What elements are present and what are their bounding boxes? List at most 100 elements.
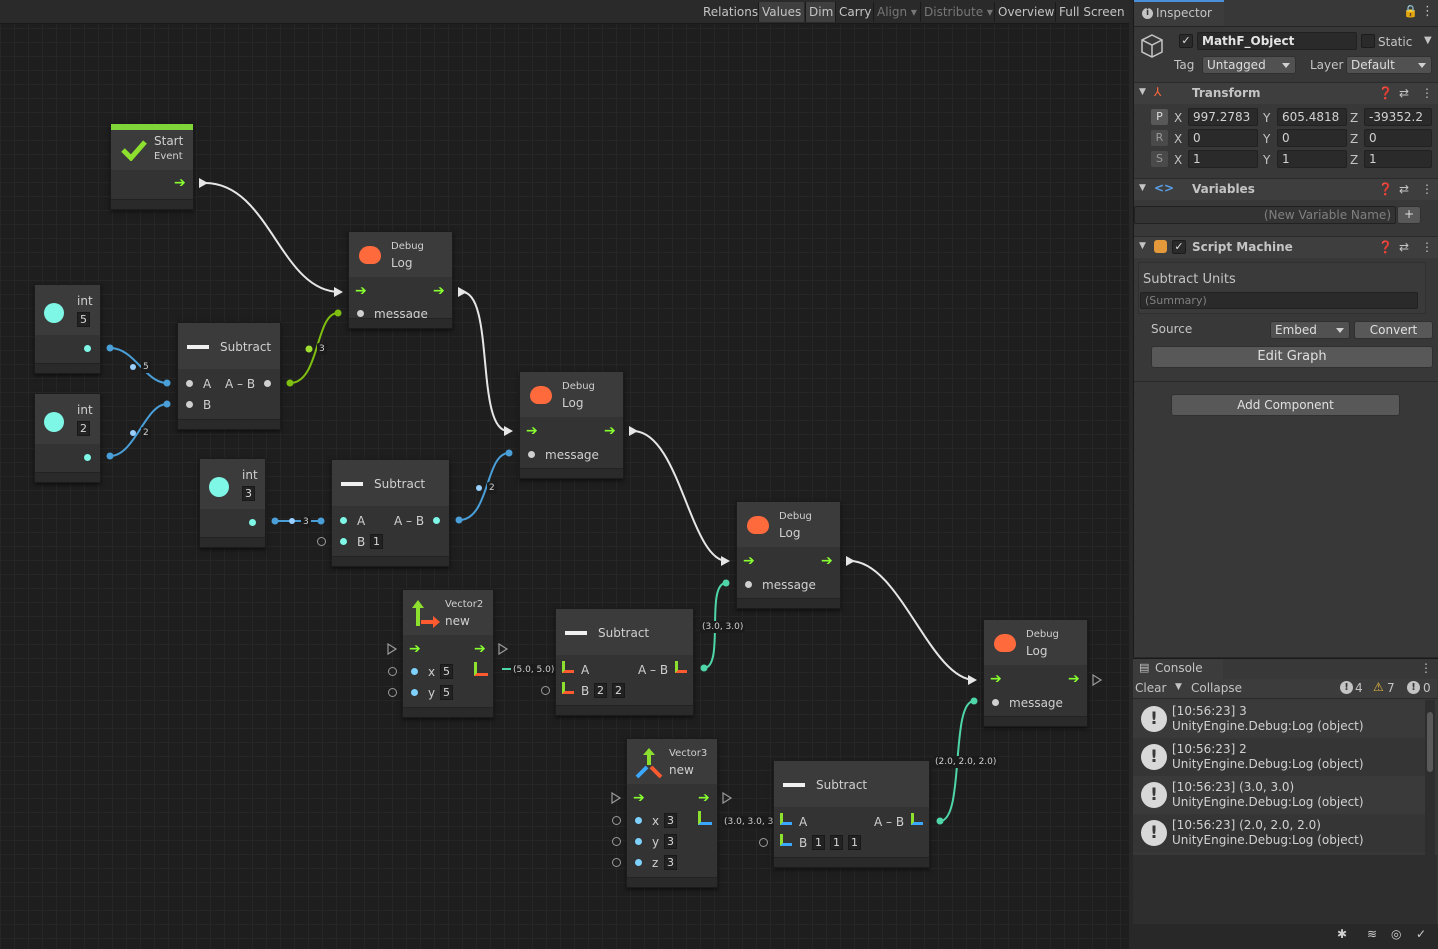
kebab-menu-icon[interactable]: ⋮ <box>1421 4 1434 19</box>
subtract-node[interactable]: Subtract A A – B B <box>177 322 281 430</box>
log-entry[interactable]: ! [10:56:23] 2 UnityEngine.Debug:Log (ob… <box>1133 738 1425 776</box>
rotation-letter[interactable]: R <box>1151 130 1168 146</box>
debug-log-node[interactable]: Debug Log ➔ ➔ message <box>736 501 841 609</box>
scan-icon[interactable]: ◎ <box>1391 927 1401 941</box>
edit-graph-button[interactable]: Edit Graph <box>1151 346 1433 368</box>
distribute-dropdown[interactable]: Distribute ▾ <box>921 2 996 22</box>
graph-title-field[interactable]: Subtract Units <box>1143 272 1236 287</box>
new-variable-name-input[interactable]: (New Variable Name) <box>1134 206 1396 224</box>
debug-log-node[interactable]: Debug Log ➔ ➔ message <box>983 619 1088 727</box>
unconnected-port[interactable] <box>541 686 550 695</box>
unconnected-port[interactable] <box>612 837 621 846</box>
collapse-button[interactable]: Collapse <box>1191 681 1242 695</box>
debug-log-node[interactable]: Debug Log ➔ ➔ message <box>519 371 624 479</box>
position-letter[interactable]: P <box>1151 109 1168 125</box>
warning-count[interactable]: 7 <box>1387 681 1395 695</box>
subtract-node[interactable]: Subtract A A – B B 1 <box>317 459 450 567</box>
int-literal-node[interactable]: int 5 <box>34 284 101 374</box>
align-dropdown[interactable]: Align ▾ <box>874 2 920 22</box>
rotation-y-field[interactable]: 0 <box>1277 129 1347 147</box>
script-machine-enabled-checkbox[interactable]: ✓ <box>1172 240 1186 254</box>
output-port[interactable] <box>264 380 271 387</box>
kebab-menu-icon[interactable]: ⋮ <box>1421 240 1433 254</box>
y-value-field[interactable]: 5 <box>440 685 453 700</box>
int-value-field[interactable]: 5 <box>77 312 90 327</box>
lock-icon[interactable]: 🔒 <box>1403 4 1418 18</box>
output-port[interactable] <box>84 454 91 461</box>
log-entry[interactable]: ! [10:56:23] 3 UnityEngine.Debug:Log (ob… <box>1133 700 1425 738</box>
debug-bug-icon[interactable]: ✱ <box>1337 927 1347 941</box>
log-entry[interactable]: ! [10:56:23] (3.0, 3.0) UnityEngine.Debu… <box>1133 776 1425 814</box>
b-x-field[interactable]: 2 <box>594 683 607 698</box>
graph-summary-field[interactable]: (Summary) <box>1140 292 1418 309</box>
scale-y-field[interactable]: 1 <box>1277 150 1347 168</box>
y-value-field[interactable]: 3 <box>664 834 677 849</box>
message-port[interactable] <box>992 699 999 706</box>
message-port[interactable] <box>357 310 364 317</box>
b-y-field[interactable]: 2 <box>612 683 625 698</box>
unconnected-port[interactable] <box>388 688 397 697</box>
source-dropdown[interactable]: Embed <box>1270 321 1350 339</box>
preset-icon[interactable]: ⇄ <box>1399 240 1409 254</box>
log-entry[interactable]: ! [10:56:23] (2.0, 2.0, 2.0) UnityEngine… <box>1133 814 1425 852</box>
inspector-tab[interactable]: i Inspector <box>1134 0 1224 26</box>
full-screen-button[interactable]: Full Screen <box>1056 2 1128 22</box>
vector3-new-node[interactable]: Vector3 new ➔ ➔ x 3 y 3 z 3 <box>612 738 718 888</box>
chevron-down-icon[interactable]: ▼ <box>1424 35 1432 46</box>
scale-x-field[interactable]: 1 <box>1188 150 1258 168</box>
clear-button[interactable]: Clear <box>1135 681 1166 695</box>
int-literal-node[interactable]: int 3 <box>199 458 266 548</box>
position-z-field[interactable]: -39352.2 <box>1364 108 1432 126</box>
script-machine-header[interactable]: ▼ ✓ Script Machine ❓ ⇄ ⋮ <box>1134 236 1438 258</box>
subtract-node[interactable]: Subtract A A – B B 1 1 1 <box>759 760 930 868</box>
rotation-z-field[interactable]: 0 <box>1364 129 1432 147</box>
check-circle-icon[interactable]: ✓ <box>1416 927 1426 941</box>
subtract-node[interactable]: Subtract A A – B B 2 2 <box>541 608 694 716</box>
preset-icon[interactable]: ⇄ <box>1399 182 1409 196</box>
variables-header[interactable]: ▼ <> Variables ❓ ⇄ ⋮ <box>1134 178 1438 200</box>
rotation-x-field[interactable]: 0 <box>1188 129 1258 147</box>
scale-z-field[interactable]: 1 <box>1364 150 1432 168</box>
z-port[interactable] <box>635 859 642 866</box>
start-event-node[interactable]: Start Event ➔ <box>110 123 194 210</box>
int-value-field[interactable]: 2 <box>77 421 90 436</box>
int-literal-node[interactable]: int 2 <box>34 393 101 483</box>
add-variable-button[interactable]: + <box>1397 206 1421 224</box>
output-port[interactable] <box>84 345 91 352</box>
scale-letter[interactable]: S <box>1151 151 1168 167</box>
layer-dropdown[interactable]: Default <box>1346 56 1432 74</box>
values-toggle[interactable]: Values <box>759 2 805 22</box>
convert-button[interactable]: Convert <box>1354 321 1433 339</box>
unconnected-port[interactable] <box>388 667 397 676</box>
relations-button[interactable]: Relations <box>700 2 761 22</box>
stack-icon[interactable]: ≋ <box>1367 927 1377 941</box>
b-value-field[interactable]: 1 <box>370 534 383 549</box>
input-port-a[interactable] <box>186 380 193 387</box>
add-component-button[interactable]: Add Component <box>1171 394 1400 416</box>
console-scrollbar[interactable] <box>1425 700 1435 855</box>
info-count[interactable]: 4 <box>1355 681 1363 695</box>
carry-toggle[interactable]: Carry <box>836 2 875 22</box>
dim-toggle[interactable]: Dim <box>806 2 837 22</box>
message-port[interactable] <box>745 581 752 588</box>
preset-icon[interactable]: ⇄ <box>1399 86 1409 100</box>
y-port[interactable] <box>635 838 642 845</box>
transform-header[interactable]: ▼ ⅄ Transform ❓ ⇄ ⋮ <box>1134 82 1438 104</box>
help-icon[interactable]: ❓ <box>1378 182 1393 196</box>
position-y-field[interactable]: 605.4818 <box>1277 108 1347 126</box>
vector2-new-node[interactable]: Vector2 new ➔ ➔ x 5 y 5 <box>388 589 494 718</box>
unconnected-port[interactable] <box>317 537 326 546</box>
overview-button[interactable]: Overview <box>995 2 1058 22</box>
active-checkbox[interactable]: ✓ <box>1179 34 1193 48</box>
z-value-field[interactable]: 3 <box>664 855 677 870</box>
input-port-b[interactable] <box>186 401 193 408</box>
message-port[interactable] <box>528 451 535 458</box>
kebab-menu-icon[interactable]: ⋮ <box>1421 182 1433 196</box>
output-port[interactable] <box>249 519 256 526</box>
object-name-field[interactable]: MathF_Object <box>1197 32 1357 50</box>
unconnected-port[interactable] <box>612 816 621 825</box>
kebab-menu-icon[interactable]: ⋮ <box>1420 661 1432 675</box>
x-port[interactable] <box>635 817 642 824</box>
graph-canvas[interactable]: 5 2 3 3 2 (5.0, 5.0) (3.0, 3.0) (3.0, 3.… <box>0 0 1129 949</box>
static-checkbox[interactable] <box>1361 34 1375 48</box>
